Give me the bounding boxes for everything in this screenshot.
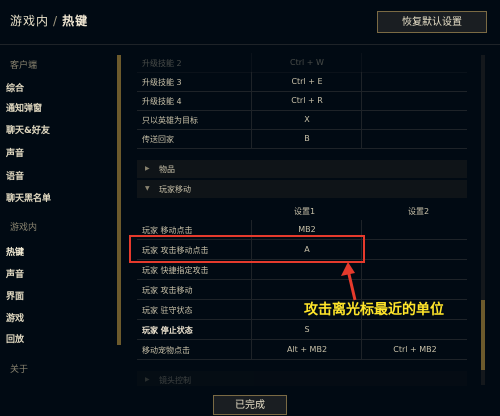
scrollbar-thumb[interactable] [481,300,485,370]
header-divider [0,44,500,45]
sidebar-category-ingame: 游戏内 [10,223,38,233]
sidebar-item-hotkeys[interactable]: 热键 [6,245,24,258]
section-items[interactable]: ▶ 物品 [137,160,467,178]
key1-cell[interactable]: B [251,129,362,148]
row-label: 升级技能 3 [142,78,182,87]
key2-cell[interactable] [361,260,468,279]
sidebar-item-chat-friends[interactable]: 聊天&好友 [6,123,50,136]
breadcrumb-parent[interactable]: 游戏内 [10,14,49,28]
sidebar-item-game[interactable]: 游戏 [6,311,24,324]
row-label: 升级技能 4 [142,97,182,106]
row-label: 玩家 快捷指定攻击 [142,266,209,275]
sidebar-item-voice[interactable]: 语音 [6,169,24,182]
key2-cell[interactable] [361,240,468,259]
sidebar-item-replays[interactable]: 回放 [6,332,24,345]
chevron-right-icon: ▶ [145,376,150,383]
key2-cell[interactable] [361,129,468,148]
row-label: 只以英雄为目标 [142,116,198,125]
row-label: 传送回家 [142,135,174,144]
sidebar-item-notifications[interactable]: 通知弹窗 [6,101,42,114]
section-label: 物品 [159,165,175,174]
table-row[interactable]: 传送回家 B [137,129,467,149]
row-label: 升级技能 2 [142,59,182,68]
breadcrumb-separator: / [53,14,59,28]
table-row[interactable]: 升级技能 4 Ctrl + R [137,91,467,111]
sidebar-item-ingame-sound[interactable]: 声音 [6,267,24,280]
row-label: 玩家 攻击移动 [142,286,193,295]
chevron-down-icon: ▼ [145,185,150,192]
key1-cell[interactable]: S [251,320,362,339]
table-row[interactable]: 升级技能 2 Ctrl + W [137,53,467,73]
key2-cell[interactable] [361,110,468,129]
table-row[interactable]: 玩家 攻击移动 [137,280,467,300]
key2-cell[interactable] [361,91,468,110]
table-row[interactable]: 移动宠物点击 Alt + MB2 Ctrl + MB2 [137,340,467,360]
section-player-movement[interactable]: ▼ 玩家移动 [137,180,467,198]
sidebar-category-about: 关于 [10,365,29,375]
sidebar-item-sound[interactable]: 声音 [6,146,24,159]
key2-cell[interactable] [361,53,468,72]
reset-defaults-button[interactable]: 恢复默认设置 [377,11,487,33]
key1-cell[interactable]: X [251,110,362,129]
key2-cell[interactable]: Ctrl + MB2 [361,340,468,359]
key2-cell[interactable] [361,320,468,339]
page-title: 游戏内 / 热键 [10,12,88,29]
row-label: 玩家 停止状态 [142,326,193,335]
key1-cell[interactable]: Ctrl + W [251,53,362,72]
column-header-setting2: 设置2 [408,207,430,216]
key1-cell[interactable]: Ctrl + R [251,91,362,110]
key1-cell[interactable]: Alt + MB2 [251,340,362,359]
annotation-text: 攻击离光标最近的单位 [304,302,444,318]
row-label: 移动宠物点击 [142,346,190,355]
table-row[interactable]: 升级技能 3 Ctrl + E [137,72,467,92]
key1-cell[interactable]: Ctrl + E [251,72,362,91]
section-label: 镜头控制 [159,376,191,385]
row-label: 玩家 驻守状态 [142,306,193,315]
key2-cell[interactable] [361,72,468,91]
highlight-box [129,235,365,263]
section-label: 玩家移动 [159,185,191,194]
chevron-right-icon: ▶ [145,165,150,172]
done-button[interactable]: 已完成 [213,395,287,415]
key2-cell[interactable] [361,220,468,239]
sidebar-item-general[interactable]: 综合 [6,81,24,94]
table-row[interactable]: 只以英雄为目标 X [137,110,467,130]
breadcrumb-current: 热键 [62,14,89,28]
sidebar-category-client: 客户端 [10,61,38,71]
column-header-setting1: 设置1 [294,207,316,216]
table-row[interactable]: 玩家 停止状态 S [137,320,467,340]
sidebar-item-interface[interactable]: 界面 [6,289,24,302]
sidebar: 客户端 综合 通知弹窗 聊天&好友 声音 语音 聊天黑名单 游戏内 热键 声音 … [0,46,110,398]
key2-cell[interactable] [361,280,468,299]
sidebar-item-chat-blocklist[interactable]: 聊天黑名单 [6,191,51,204]
table-row[interactable]: 玩家 快捷指定攻击 [137,260,467,280]
content-left-accent [117,55,121,345]
arrow-icon [341,262,357,301]
